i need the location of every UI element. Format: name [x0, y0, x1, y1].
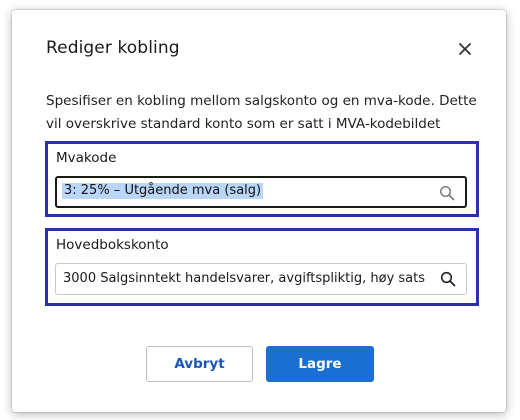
cancel-button[interactable]: Avbryt — [146, 346, 253, 382]
search-icon[interactable] — [439, 185, 455, 201]
description-line-2: vil overskrive standard konto som er sat… — [46, 116, 441, 132]
dialog-title: Rediger kobling — [46, 38, 180, 58]
hovedbokskonto-field-group: Hovedbokskonto 3000 Salgsinntekt handels… — [45, 228, 479, 306]
dialog-description: Spesifiser en kobling mellom salgskonto … — [46, 90, 486, 136]
mvakode-label: Mvakode — [56, 150, 117, 166]
hovedbokskonto-input[interactable]: 3000 Salgsinntekt handelsvarer, avgiftsp… — [55, 263, 467, 295]
mvakode-input-value[interactable]: 3: 25% – Utgående mva (salg) — [62, 183, 264, 199]
save-button[interactable]: Lagre — [266, 346, 374, 382]
close-icon[interactable] — [456, 40, 474, 58]
description-line-1: Spesifiser en kobling mellom salgskonto … — [46, 93, 477, 109]
search-icon[interactable] — [440, 271, 456, 287]
hovedbokskonto-label: Hovedbokskonto — [56, 237, 169, 253]
edit-mapping-dialog: Rediger kobling Spesifiser en kobling me… — [12, 10, 506, 412]
mvakode-input[interactable]: 3: 25% – Utgående mva (salg) — [55, 176, 467, 208]
hovedbokskonto-input-value[interactable]: 3000 Salgsinntekt handelsvarer, avgiftsp… — [63, 271, 425, 287]
mvakode-field-group: Mvakode 3: 25% – Utgående mva (salg) — [45, 141, 479, 217]
